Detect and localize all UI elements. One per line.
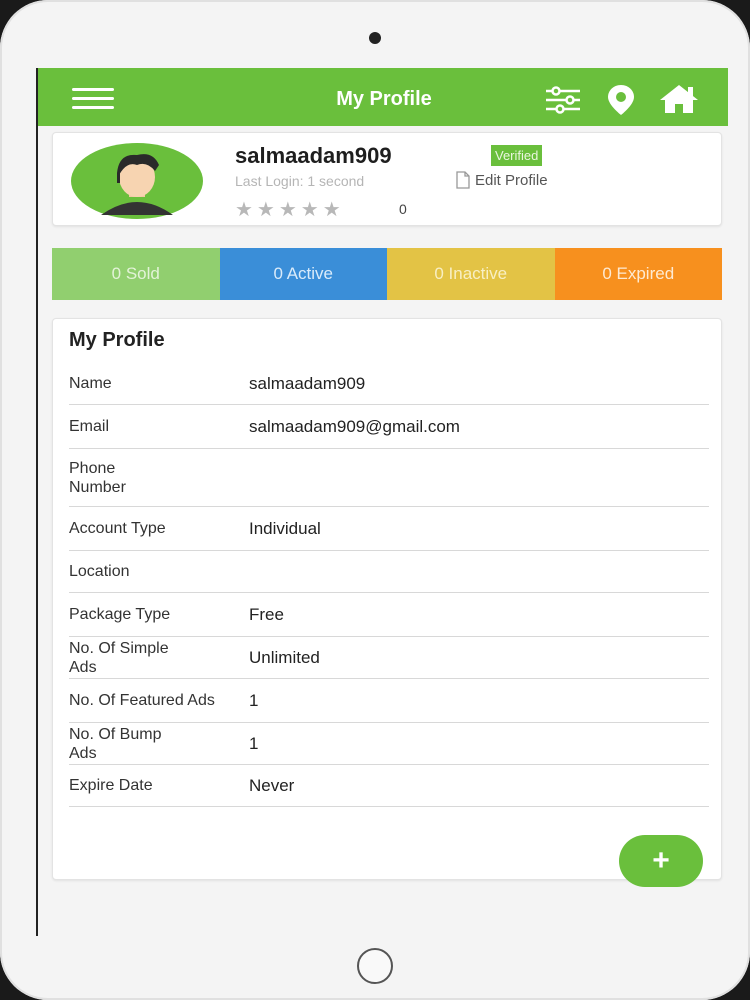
home-icon[interactable] (658, 83, 700, 115)
edit-profile-link[interactable]: Edit Profile (455, 171, 548, 189)
detail-row-location: Location (69, 551, 709, 593)
profile-details-card: My Profile Name salmaadam909 Email salma… (52, 318, 722, 887)
detail-value: Individual (249, 518, 321, 538)
location-pin-icon[interactable] (604, 83, 638, 117)
detail-label: Expire Date (69, 777, 153, 794)
stat-expired[interactable]: 0 Expired (554, 248, 722, 300)
detail-row-phone: Phone Number (69, 449, 709, 507)
edit-icon (456, 171, 470, 189)
rating-count: 0 (399, 201, 407, 217)
detail-label: No. Of Simple Ads (69, 639, 169, 676)
add-button[interactable]: + (619, 835, 703, 887)
detail-row-account-type: Account Type Individual (69, 507, 709, 551)
detail-label: Package Type (69, 606, 171, 623)
detail-row-package-type: Package Type Free (69, 593, 709, 637)
detail-label: No. Of Featured Ads (69, 692, 215, 709)
detail-value: salmaadam909 (249, 373, 366, 393)
detail-row-simple-ads: No. Of Simple Ads Unlimited (69, 637, 709, 679)
last-login-text: Last Login: 1 second (235, 173, 365, 189)
filter-icon[interactable] (544, 86, 582, 114)
avatar (71, 143, 203, 219)
detail-label: Name (69, 375, 112, 392)
detail-label: Email (69, 418, 110, 435)
detail-value: 1 (249, 733, 259, 753)
ads-stats-bar: 0 Sold 0 Active 0 Inactive 0 Expired (52, 248, 722, 300)
detail-label: No. Of Bump Ads (69, 725, 162, 762)
username: salmaadam909 (235, 143, 392, 168)
app-header: My Profile (38, 68, 728, 126)
detail-value: 1 (249, 690, 259, 710)
detail-label: Location (69, 563, 130, 580)
stat-active[interactable]: 0 Active (219, 248, 387, 300)
detail-value: salmaadam909@gmail.com (249, 416, 460, 436)
detail-row-expire-date: Expire Date Never (69, 765, 709, 807)
detail-label: Account Type (69, 520, 166, 537)
details-title: My Profile (69, 329, 165, 351)
detail-value: Unlimited (249, 647, 320, 667)
detail-row-email: Email salmaadam909@gmail.com (69, 405, 709, 449)
app-screen: My Profile salmaadam909 Verified Last Lo… (36, 68, 728, 936)
detail-value: Free (249, 604, 284, 624)
detail-row-bump-ads: No. Of Bump Ads 1 (69, 723, 709, 765)
detail-row-name: Name salmaadam909 (69, 363, 709, 405)
rating-stars: ★★★★★ (235, 199, 345, 221)
device-home-button[interactable] (357, 948, 393, 984)
camera (369, 32, 381, 44)
detail-value: Never (249, 775, 295, 795)
detail-row-featured-ads: No. Of Featured Ads 1 (69, 679, 709, 723)
verified-badge: Verified (491, 145, 543, 166)
tablet-frame: My Profile salmaadam909 Verified Last Lo… (0, 0, 750, 1000)
detail-label: Phone Number (69, 459, 126, 496)
edit-profile-label: Edit Profile (475, 171, 548, 189)
stat-sold[interactable]: 0 Sold (52, 248, 220, 300)
profile-summary-card: salmaadam909 Verified Last Login: 1 seco… (52, 132, 722, 226)
stat-inactive[interactable]: 0 Inactive (387, 248, 555, 300)
